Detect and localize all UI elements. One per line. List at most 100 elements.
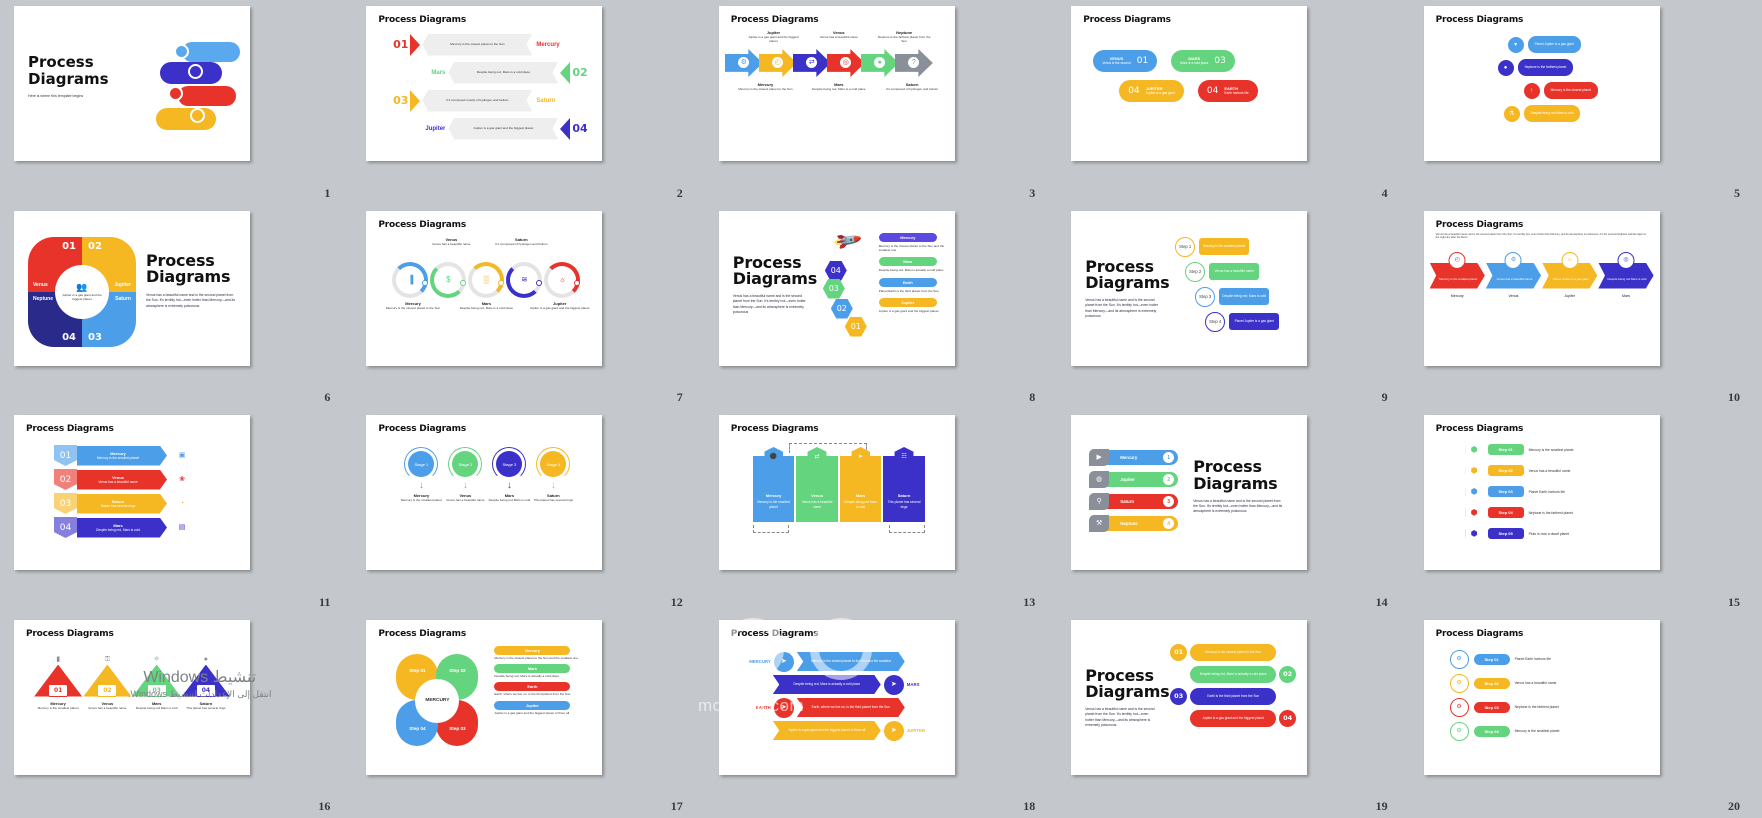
step-row[interactable]: Step 4 Planet Jupiter is a gas giant: [1205, 311, 1280, 332]
slide-cell[interactable]: Process Diagrams Venus Venus has a beaut…: [352, 205, 704, 410]
stage-item[interactable]: Stage 4 ↓ Saturn This planet has several…: [532, 447, 574, 502]
chevron-arrow[interactable]: ⇄: [792, 48, 831, 77]
slide-thumbnail-20[interactable]: Process Diagrams ⚙ Step 01 Planet Earth …: [1423, 619, 1660, 775]
legend-item[interactable]: Earth Planet Earth is the third planet f…: [878, 277, 949, 293]
stage-item[interactable]: Stage 3 ↓ Mars Despite being red Mars is…: [488, 447, 530, 502]
legend-item[interactable]: Jupiter Jupiter is a gas giant and the b…: [878, 298, 949, 313]
stage-item[interactable]: Stage 2 ↓ Venus Venus has a beautiful na…: [444, 447, 486, 502]
pill-item[interactable]: 04 JUPITER Jupiter is a gas giant: [1119, 80, 1184, 102]
column-item[interactable]: ☷ Saturn This planet has several rings: [883, 447, 925, 522]
slide-cell[interactable]: Process Diagrams ⬢ Step 01 Mercury is th…: [1410, 409, 1762, 614]
slide-thumbnail-11[interactable]: Process Diagrams 01 Mercury Mercury is t…: [14, 415, 250, 570]
icon-bar[interactable]: ⚒ Neptune 4: [1089, 515, 1179, 532]
chain-item[interactable]: ◴ Mercury is the smallest planet Mercury: [1429, 251, 1485, 298]
pill-item[interactable]: VENUS Venus is the second 01: [1093, 50, 1158, 72]
slide-cell[interactable]: Process Diagrams Venus has a beautiful n…: [1057, 614, 1409, 818]
chevron-arrow[interactable]: ?: [894, 48, 933, 77]
bubble-row[interactable]: ● Neptune is the farthest planet: [1497, 59, 1598, 76]
hex-step-row[interactable]: ⬢ Step 01 Mercury is the smallest planet: [1465, 441, 1652, 458]
bubble-row[interactable]: ⚗ Despite being red Mars is cold: [1503, 105, 1598, 122]
circle-step-row[interactable]: ⚙ Step 03 Neptune is the farthest planet: [1449, 697, 1650, 717]
triangle-item[interactable]: ▮ 01 Mercury Mercury is the smallest pla…: [34, 654, 83, 710]
arrow-row[interactable]: 03 It's composed mostly of hydrogen and …: [386, 88, 594, 113]
chevron-arrow[interactable]: ⚙: [724, 48, 763, 77]
slide-cell[interactable]: Process Diagrams MERCURY ➤ Mercury is th…: [705, 614, 1057, 818]
legend-item[interactable]: Earth Earth, where we live on, is the th…: [494, 682, 578, 696]
legend-item[interactable]: Mercury Mercury is the closest planet to…: [878, 232, 949, 253]
slide-thumbnail-13[interactable]: Process Diagrams ⚫ Mercury Mercury is th…: [718, 415, 955, 570]
process-circle[interactable]: ≋: [506, 261, 543, 298]
slide-thumbnail-7[interactable]: Process Diagrams Venus Venus has a beaut…: [366, 210, 603, 366]
rocket-step[interactable]: 02: [830, 298, 853, 319]
slide-cell[interactable]: Process Diagrams ⚫ Mercury Mercury is th…: [705, 409, 1057, 614]
slide-thumbnail-14[interactable]: ▶ Mercury 1 ◍ Jupiter 2 ⚲ Saturn 3 ⚒ Nep…: [1071, 415, 1308, 570]
slide-cell[interactable]: Process Diagrams 01 Mercury Mercury is t…: [0, 409, 352, 614]
chevron-arrow[interactable]: ◴: [758, 48, 797, 77]
slide-cell[interactable]: Process Diagrams ▮ 01 Mercury Mercury is…: [0, 614, 352, 818]
slide-cell[interactable]: Process Diagrams Venus has a beautiful n…: [705, 205, 1057, 410]
bar-row[interactable]: 02 Venus Venus has a beautiful name ❀: [54, 469, 238, 490]
hex-step-row[interactable]: ⬢ Step 03 Planet Earth harbors life: [1465, 483, 1652, 500]
arrow-row[interactable]: Jupiter Jupiter is a gas giant and the b…: [386, 116, 594, 141]
slide-cell[interactable]: Process Diagrams VENUS Venus is the seco…: [1057, 0, 1409, 205]
chain-item[interactable]: ☼ Planet Jupiter is a gas giant Jupiter: [1542, 251, 1598, 298]
hex-step-row[interactable]: ⬢ Step 05 Pluto is now a dwarf planet: [1465, 525, 1652, 542]
slide-thumbnail-12[interactable]: Process Diagrams Stage 1 ↓ Mercury Mercu…: [366, 415, 603, 570]
pill-item[interactable]: MARS Mars is a cold place 03: [1171, 50, 1235, 72]
legend-item[interactable]: Mercury Mercury is the closest planet to…: [494, 645, 578, 660]
rocket-step[interactable]: 04: [824, 260, 847, 281]
slide-thumbnail-6[interactable]: 01 Venus 02 Jupiter 03 Saturn 04 Neptune…: [14, 210, 250, 366]
arrow-row[interactable]: 01 Mercury is the closest planet to the …: [386, 32, 594, 57]
slide-cell[interactable]: 01 Venus 02 Jupiter 03 Saturn 04 Neptune…: [0, 205, 352, 410]
legend-item[interactable]: Mars Despite being red, Mars is actually…: [494, 663, 578, 678]
process-circle[interactable]: ☼: [544, 261, 581, 298]
icon-bar[interactable]: ⚲ Saturn 3: [1089, 493, 1179, 510]
chevron-stack-row[interactable]: EARTH ➤ Earth, where we live on, is the …: [737, 697, 941, 718]
icon-bar[interactable]: ▶ Mercury 1: [1089, 449, 1179, 466]
slide-cell[interactable]: Process Diagrams ▾ Planet Jupiter is a g…: [1410, 0, 1762, 205]
icon-bar[interactable]: ◍ Jupiter 2: [1089, 471, 1179, 488]
slide-cell[interactable]: ▶ Mercury 1 ◍ Jupiter 2 ⚲ Saturn 3 ⚒ Nep…: [1057, 409, 1409, 614]
slide-thumbnail-18[interactable]: Process Diagrams MERCURY ➤ Mercury is th…: [718, 619, 955, 775]
slide-cell[interactable]: Process Diagrams Jupiter Jupiter is a ga…: [705, 0, 1057, 205]
step-row[interactable]: Step 1 Mercury is the smallest planet: [1175, 236, 1279, 257]
slide-thumbnail-5[interactable]: Process Diagrams ▾ Planet Jupiter is a g…: [1423, 6, 1660, 161]
step-row[interactable]: Step 2 Venus has a beautiful name: [1185, 261, 1279, 282]
rocket-step[interactable]: 01: [844, 316, 867, 337]
slide-thumbnail-8[interactable]: Process Diagrams Venus has a beautiful n…: [718, 210, 955, 366]
chevron-stack-row[interactable]: JUPITER ➤ Jupiter is a gas giant and the…: [737, 720, 941, 741]
triangle-item[interactable]: ⚿ 02 Venus Venus has a beautiful name: [83, 654, 132, 710]
slide-cell[interactable]: Process Diagrams Venus has a beautiful n…: [1410, 205, 1762, 410]
pill-item[interactable]: 04 EARTH Earth harbors life: [1197, 80, 1258, 102]
slide-thumbnail-1[interactable]: Process Diagrams Here is where this temp…: [14, 6, 250, 161]
slide-cell[interactable]: Process Diagrams Stage 1 ↓ Mercury Mercu…: [352, 409, 704, 614]
bar-row[interactable]: 04 Mars Despite being red, Mars is cold …: [54, 517, 238, 538]
stage-item[interactable]: Stage 1 ↓ Mercury Mercury is the smalles…: [400, 447, 442, 502]
bubble-row[interactable]: 01 Mercury is the closest planet to the …: [1167, 643, 1299, 661]
chevron-stack-row[interactable]: MARS ➤ Despite being red, Mars is actual…: [737, 674, 941, 695]
process-circle[interactable]: ▐: [392, 261, 429, 298]
arrow-row[interactable]: Mars Despite being red, Mars is a cold p…: [386, 60, 594, 85]
slide-thumbnail-4[interactable]: Process Diagrams VENUS Venus is the seco…: [1071, 6, 1308, 161]
bubble-row[interactable]: 03 Earth is the third planet from the Su…: [1167, 687, 1299, 705]
bubble-row[interactable]: ↑ Mercury is the closest planet: [1523, 82, 1598, 99]
step-row[interactable]: Step 3 Despite being red, Mars is cold: [1195, 286, 1279, 307]
bubble-row[interactable]: 02 Despite being red, Mars is actually a…: [1167, 665, 1299, 683]
chain-item[interactable]: ⚙ Venus has a beautiful name Venus: [1485, 251, 1542, 298]
chain-item[interactable]: ◎ Despite being red Mars is cold Mars: [1598, 251, 1654, 298]
legend-item[interactable]: Jupiter Jupiter is a gas giant and the b…: [494, 700, 578, 715]
slide-thumbnail-17[interactable]: Process Diagrams Step 01 Step 02 Step 03 St…: [366, 619, 603, 775]
triangle-item[interactable]: ⚛ 03 Mars Despite being red Mars is cold: [132, 654, 181, 710]
rocket-step[interactable]: 03: [822, 278, 845, 299]
chevron-arrow[interactable]: ●: [860, 48, 899, 77]
bubble-row[interactable]: ▾ Planet Jupiter is a gas giant: [1507, 36, 1598, 53]
circle-step-row[interactable]: ⚙ Step 02 Venus has a beautiful name: [1449, 673, 1650, 693]
process-circle[interactable]: $: [430, 261, 467, 298]
process-circle[interactable]: ▒: [468, 261, 505, 298]
slide-thumbnail-9[interactable]: Process Diagrams Venus has a beautiful n…: [1071, 210, 1308, 366]
slide-thumbnail-15[interactable]: Process Diagrams ⬢ Step 01 Mercury is th…: [1423, 415, 1660, 570]
slide-cell[interactable]: Process Diagrams Venus has a beautiful n…: [1057, 205, 1409, 410]
column-item[interactable]: ➤ Mars Despite being red Mars is cold: [839, 447, 882, 522]
column-item[interactable]: ⇄ Venus Venus has a beautiful name: [796, 447, 838, 522]
circle-step-row[interactable]: ⚙ Step 01 Planet Earth harbors life: [1449, 649, 1650, 669]
